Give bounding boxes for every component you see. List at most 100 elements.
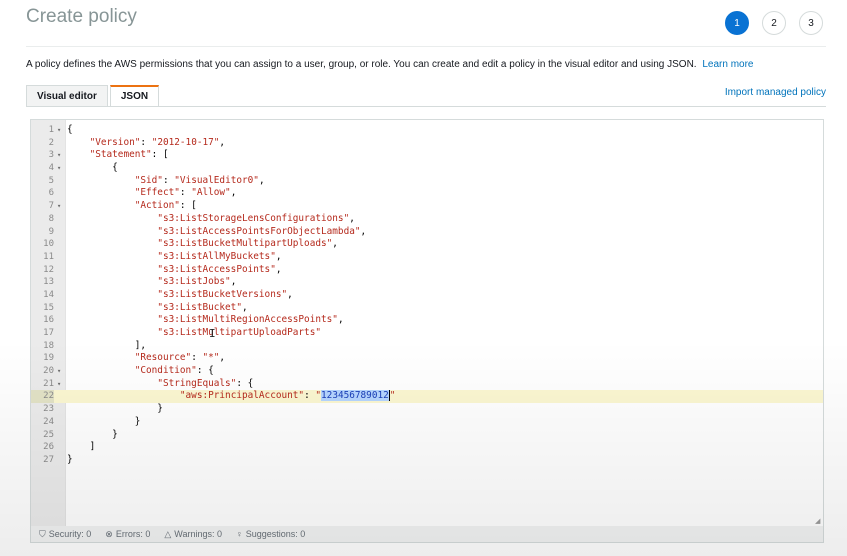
line-number: 12	[43, 264, 54, 275]
json-editor[interactable]: 1 ▾{2 "Version": "2012-10-17", 3 ▾ "Stateme…	[30, 119, 824, 527]
code-text: {	[67, 162, 118, 174]
fold-toggle-icon[interactable]: ▾	[57, 149, 65, 162]
code-line[interactable]: 15 "s3:ListBucket",	[31, 302, 823, 315]
status-warnings[interactable]: △ Warnings: 0	[164, 529, 222, 540]
line-number: 26	[43, 442, 54, 453]
code-text: ]	[67, 441, 96, 453]
status-errors[interactable]: ⊗ Errors: 0	[105, 529, 150, 540]
import-managed-policy-link[interactable]: Import managed policy	[725, 87, 826, 98]
line-number: 17	[43, 328, 54, 338]
code-text: "s3:ListAccessPointsForObjectLambda",	[157, 225, 367, 237]
line-number: 23	[43, 404, 54, 415]
line-number: 21	[43, 378, 54, 389]
code-line[interactable]: 8 "s3:ListStorageLensConfigurations",	[31, 213, 823, 226]
code-line[interactable]: 2 "Version": "2012-10-17",	[31, 137, 823, 150]
step-3[interactable]: 3	[799, 11, 823, 35]
lightbulb-icon: ♀	[235, 529, 243, 539]
step-1[interactable]: 1	[725, 11, 749, 35]
code-line[interactable]: 10 "s3:ListBucketMultipartUploads",	[31, 238, 823, 251]
code-line[interactable]: 27}	[31, 454, 823, 467]
description-text: A policy defines the AWS permissions tha…	[26, 59, 697, 70]
editor-status-bar: ⛉ Security: 0 ⊗ Errors: 0 △ Warnings: 0 …	[30, 526, 824, 543]
code-lines[interactable]: 1 ▾{2 "Version": "2012-10-17", 3 ▾ "Stateme…	[31, 124, 823, 467]
fold-toggle-icon[interactable]: ▾	[57, 124, 65, 137]
line-number: 7	[48, 201, 54, 212]
code-text: "Version": "2012-10-17",	[89, 136, 226, 148]
code-line[interactable]: 9 "s3:ListAccessPointsForObjectLambda",	[31, 226, 823, 239]
code-text: "s3:ListAccessPoints",	[157, 263, 282, 275]
code-line[interactable]: 21 ▾ "StringEquals": {	[31, 378, 823, 391]
code-line[interactable]: 22 "aws:PrincipalAccount": "123456789012…	[31, 390, 823, 404]
line-number: 4	[48, 163, 54, 174]
code-line[interactable]: 1 ▾{	[31, 124, 823, 137]
code-line[interactable]: 26 ]	[31, 441, 823, 454]
code-text: "s3:ListAllMyBuckets",	[157, 250, 282, 262]
code-text: {	[67, 124, 73, 135]
fold-toggle-icon[interactable]: ▾	[57, 162, 65, 175]
code-line[interactable]: 6 "Effect": "Allow",	[31, 187, 823, 200]
code-text: "Sid": "VisualEditor0",	[134, 174, 265, 186]
title-divider	[26, 46, 826, 47]
code-text: }	[67, 428, 118, 440]
code-line[interactable]: 19 "Resource": "*",	[31, 352, 823, 365]
tabs-divider	[26, 106, 826, 107]
i-beam-cursor-icon: I	[209, 327, 216, 340]
code-line[interactable]: 23 }	[31, 403, 823, 416]
fold-toggle-icon[interactable]: ▾	[57, 200, 65, 213]
page-title: Create policy	[26, 6, 137, 27]
line-number: 15	[43, 302, 54, 313]
code-text: "s3:ListMultipartUploadParts"	[157, 327, 321, 338]
line-number: 27	[43, 454, 54, 465]
status-errors-label: Errors: 0	[115, 529, 151, 539]
code-text: "Effect": "Allow",	[134, 187, 237, 199]
shield-icon: ⛉	[39, 528, 46, 539]
learn-more-link[interactable]: Learn more	[702, 59, 753, 70]
line-number: 16	[43, 315, 54, 326]
code-text: ],	[67, 339, 147, 351]
code-line[interactable]: 14 "s3:ListBucketVersions",	[31, 289, 823, 302]
line-number: 24	[43, 416, 54, 427]
code-line[interactable]: 17 "s3:ListMultipartUploadParts"	[31, 327, 823, 340]
policy-description: A policy defines the AWS permissions tha…	[26, 59, 754, 70]
code-line[interactable]: 4 ▾ {	[31, 162, 823, 175]
line-number: 14	[43, 289, 54, 300]
line-number: 18	[43, 340, 54, 351]
code-line[interactable]: 11 "s3:ListAllMyBuckets",	[31, 251, 823, 264]
code-text: "Resource": "*",	[134, 352, 226, 364]
code-line[interactable]: 18 ],	[31, 340, 823, 353]
code-line[interactable]: 5 "Sid": "VisualEditor0",	[31, 175, 823, 188]
tab-json[interactable]: JSON	[109, 85, 160, 106]
line-number: 1	[48, 125, 54, 135]
code-line[interactable]: 7 ▾ "Action": [	[31, 200, 823, 213]
code-text: "Condition": {	[134, 365, 214, 377]
status-security-label: Security: 0	[48, 529, 92, 539]
code-text: "s3:ListBucket",	[157, 301, 248, 313]
code-line[interactable]: 24 }	[31, 416, 823, 429]
code-line[interactable]: 25 }	[31, 429, 823, 442]
resize-handle-icon[interactable]: ◢	[815, 518, 822, 525]
fold-toggle-icon[interactable]: ▾	[57, 365, 65, 378]
code-line[interactable]: 13 "s3:ListJobs",	[31, 276, 823, 289]
code-line[interactable]: 20 ▾ "Condition": {	[31, 365, 823, 378]
code-text: "s3:ListBucketMultipartUploads",	[157, 238, 338, 250]
line-number: 3	[48, 150, 54, 161]
code-line[interactable]: 12 "s3:ListAccessPoints",	[31, 264, 823, 277]
status-security[interactable]: ⛉ Security: 0	[39, 529, 91, 540]
tab-visual-editor[interactable]: Visual editor	[26, 85, 108, 106]
code-text: "s3:ListMultiRegionAccessPoints",	[157, 314, 344, 326]
warning-icon: △	[164, 528, 172, 539]
line-number: 10	[43, 239, 54, 250]
selected-text[interactable]: 123456789012	[321, 390, 389, 402]
code-line[interactable]: 3 ▾ "Statement": [	[31, 149, 823, 162]
editor-tabs: Visual editor JSON	[26, 85, 161, 106]
code-line[interactable]: 16 "s3:ListMultiRegionAccessPoints",	[31, 314, 823, 327]
code-text: }	[67, 415, 141, 427]
line-number: 25	[43, 429, 54, 440]
code-text: "s3:ListJobs",	[157, 276, 237, 288]
line-number: 13	[43, 277, 54, 288]
step-2[interactable]: 2	[762, 11, 786, 35]
error-icon: ⊗	[105, 528, 113, 539]
code-text: "StringEquals": {	[157, 377, 254, 389]
fold-toggle-icon[interactable]: ▾	[57, 378, 65, 391]
status-suggestions[interactable]: ♀ Suggestions: 0	[236, 529, 305, 539]
